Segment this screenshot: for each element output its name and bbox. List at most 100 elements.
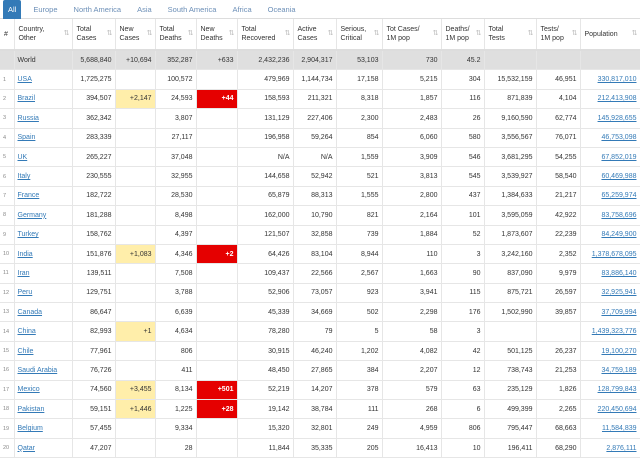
country-link[interactable]: Turkey xyxy=(18,231,39,238)
population-link[interactable]: 60,469,988 xyxy=(601,173,636,180)
tab-all[interactable]: All xyxy=(3,0,22,19)
table-cell xyxy=(196,147,238,168)
tab-north-america[interactable]: North America xyxy=(66,0,130,19)
column-header[interactable]: Active Cases ⇅ xyxy=(293,19,337,51)
column-header[interactable]: New Deaths ⇅ xyxy=(196,19,238,51)
country-link[interactable]: Qatar xyxy=(18,445,36,452)
table-cell: 3,556,567 xyxy=(484,128,537,148)
country-link[interactable]: France xyxy=(18,192,40,199)
sort-icon[interactable]: ⇅ xyxy=(188,29,194,38)
country-link[interactable]: Russia xyxy=(18,115,39,122)
sort-icon[interactable]: ⇅ xyxy=(476,29,482,38)
table-cell: 923 xyxy=(336,283,383,304)
table-cell: 21,217 xyxy=(536,186,581,207)
sort-icon[interactable]: ⇅ xyxy=(374,29,380,38)
country-link[interactable]: Peru xyxy=(18,289,33,296)
sort-icon[interactable]: ⇅ xyxy=(64,29,70,38)
population-link[interactable]: 83,758,696 xyxy=(601,212,636,219)
table-cell: 109,437 xyxy=(237,263,294,284)
table-cell: 249 xyxy=(336,418,383,439)
sort-icon[interactable]: ⇅ xyxy=(528,29,534,38)
table-cell: 54,255 xyxy=(536,147,581,168)
column-header[interactable]: # xyxy=(0,19,15,51)
sort-icon[interactable]: ⇅ xyxy=(285,29,291,38)
country-link[interactable]: Saudi Arabia xyxy=(18,367,58,374)
table-cell: +2 xyxy=(196,244,238,265)
table-cell: Belgium xyxy=(14,418,73,439)
column-header[interactable]: Tot Cases/ 1M pop ⇅ xyxy=(382,19,442,51)
country-link[interactable]: Brazil xyxy=(18,95,36,102)
population-link[interactable]: 84,249,900 xyxy=(601,231,636,238)
column-header[interactable]: Total Tests ⇅ xyxy=(484,19,537,51)
country-link[interactable]: USA xyxy=(18,76,32,83)
column-header[interactable]: Serious, Critical ⇅ xyxy=(336,19,383,51)
table-cell: 82,993 xyxy=(72,321,116,342)
column-header[interactable]: Tests/ 1M pop ⇅ xyxy=(536,19,581,51)
population-link[interactable]: 83,886,140 xyxy=(601,270,636,277)
table-cell: 37,709,994 xyxy=(580,302,640,323)
table-cell: 15,320 xyxy=(237,418,294,439)
sort-icon[interactable]: ⇅ xyxy=(328,29,334,38)
table-cell: 42,922 xyxy=(536,205,581,226)
tab-south-america[interactable]: South America xyxy=(160,0,225,19)
sort-icon[interactable]: ⇅ xyxy=(433,29,439,38)
population-link[interactable]: 46,753,098 xyxy=(601,134,636,141)
country-link[interactable]: China xyxy=(18,328,36,335)
country-link[interactable]: UK xyxy=(18,154,28,161)
tab-asia[interactable]: Asia xyxy=(129,0,160,19)
table-row: 6 Italy 230,555 32,955 144,658 52,942 521 3,813… xyxy=(0,166,640,187)
tab-europe[interactable]: Europe xyxy=(25,0,65,19)
population-link[interactable]: 34,759,189 xyxy=(601,367,636,374)
population-link[interactable]: 19,100,270 xyxy=(601,348,636,355)
sort-icon[interactable]: ⇅ xyxy=(147,29,153,38)
population-link[interactable]: 1,439,323,776 xyxy=(592,328,637,335)
table-cell: 384 xyxy=(336,360,383,381)
country-link[interactable]: Germany xyxy=(18,212,47,219)
sort-icon[interactable]: ⇅ xyxy=(632,29,638,38)
table-cell: 83,104 xyxy=(293,244,337,265)
population-link[interactable]: 11,584,839 xyxy=(602,425,637,432)
sort-icon[interactable]: ⇅ xyxy=(229,29,235,38)
population-link[interactable]: 65,259,974 xyxy=(601,192,636,199)
table-cell: 2,298 xyxy=(382,302,442,323)
column-header[interactable]: Total Recovered ⇅ xyxy=(237,19,294,51)
population-link[interactable]: 1,378,678,095 xyxy=(592,251,637,258)
table-cell xyxy=(115,263,156,284)
sort-icon[interactable]: ⇅ xyxy=(572,29,578,38)
country-link[interactable]: Canada xyxy=(18,309,43,316)
table-cell: 68,663 xyxy=(536,418,581,439)
table-cell xyxy=(196,186,238,207)
column-header[interactable]: New Cases ⇅ xyxy=(115,19,156,51)
column-header[interactable]: Country, Other ⇅ xyxy=(14,19,73,51)
country-link[interactable]: Chile xyxy=(18,348,34,355)
population-link[interactable]: 220,450,694 xyxy=(598,406,637,413)
table-row: 18 Pakistan 59,151 +1,446 1,225 +28 19,142 38,7… xyxy=(0,399,640,420)
country-link[interactable]: Pakistan xyxy=(18,406,45,413)
tab-oceania[interactable]: Oceania xyxy=(260,0,304,19)
country-link[interactable]: Belgium xyxy=(18,425,43,432)
table-cell: 11,844 xyxy=(237,438,294,458)
country-link[interactable]: Iran xyxy=(18,270,30,277)
column-header[interactable]: Total Deaths ⇅ xyxy=(155,19,197,51)
tab-africa[interactable]: Africa xyxy=(224,0,259,19)
population-link[interactable]: 145,928,655 xyxy=(598,115,637,122)
table-cell: China xyxy=(14,321,73,342)
population-link[interactable]: 330,817,010 xyxy=(598,76,637,83)
sort-icon[interactable]: ⇅ xyxy=(107,29,113,38)
country-link[interactable]: Spain xyxy=(18,134,36,141)
population-link[interactable]: 2,876,111 xyxy=(606,445,636,452)
table-cell: 46,753,098 xyxy=(580,128,640,148)
column-header[interactable]: Deaths/ 1M pop ⇅ xyxy=(441,19,485,51)
column-header[interactable]: Population ⇅ xyxy=(580,19,640,51)
country-link[interactable]: Italy xyxy=(18,173,31,180)
table-cell: 19 xyxy=(0,418,15,439)
population-link[interactable]: 37,709,994 xyxy=(601,309,636,316)
population-link[interactable]: 67,852,019 xyxy=(601,154,636,161)
population-link[interactable]: 128,799,843 xyxy=(598,386,637,393)
country-link[interactable]: Mexico xyxy=(18,386,40,393)
table-cell: 30,915 xyxy=(237,341,294,362)
column-header[interactable]: Total Cases ⇅ xyxy=(72,19,116,51)
population-link[interactable]: 212,413,908 xyxy=(598,95,637,102)
population-link[interactable]: 32,925,941 xyxy=(601,289,636,296)
country-link[interactable]: India xyxy=(18,251,33,258)
